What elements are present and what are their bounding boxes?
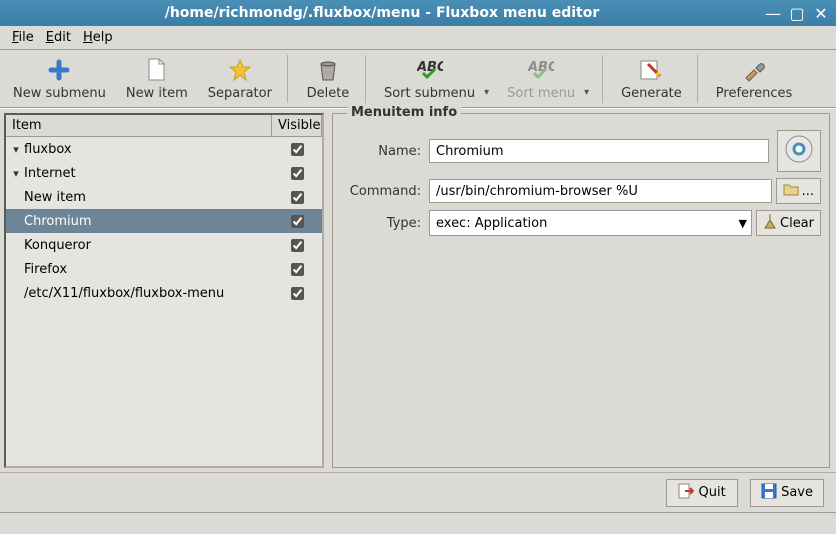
tools-icon (740, 56, 768, 84)
close-button[interactable]: ✕ (810, 3, 832, 23)
save-label: Save (781, 485, 813, 500)
tree-item-label: New item (24, 190, 86, 205)
quit-label: Quit (698, 485, 725, 500)
command-input[interactable] (429, 179, 772, 203)
expander-icon[interactable]: ▾ (10, 167, 22, 180)
separator-label: Separator (208, 86, 272, 101)
visible-checkbox[interactable] (291, 167, 304, 180)
sort-submenu-button[interactable]: ABC Sort submenu (375, 53, 484, 104)
fieldset-legend: Menuitem info (347, 105, 461, 120)
tree-row[interactable]: ▾Internet (6, 161, 322, 185)
tree-item-label: /etc/X11/fluxbox/fluxbox-menu (24, 286, 224, 301)
name-label: Name: (341, 144, 421, 159)
expander-icon[interactable]: ▾ (10, 143, 22, 156)
app-icon-button[interactable] (777, 130, 821, 172)
tree-row[interactable]: ▾fluxbox (6, 137, 322, 161)
tree-item-label: fluxbox (24, 142, 72, 157)
separator-button[interactable]: Separator (199, 53, 281, 104)
type-value: exec: Application (436, 216, 547, 231)
page-icon (143, 56, 171, 84)
tree-item-label: Internet (24, 166, 76, 181)
chromium-icon (784, 134, 814, 168)
spellcheck-icon: ABC (416, 56, 444, 84)
new-submenu-label: New submenu (13, 86, 106, 101)
tree-row[interactable]: Chromium (6, 209, 322, 233)
menu-edit[interactable]: Edit (40, 28, 77, 47)
tree-headers: Item Visible (6, 115, 322, 137)
preferences-label: Preferences (716, 86, 792, 101)
toolbar: New submenu New item Separator Delete AB… (0, 50, 836, 108)
folder-icon (783, 182, 799, 200)
broom-icon (763, 213, 777, 233)
new-item-label: New item (126, 86, 188, 101)
toolbar-separator (602, 55, 606, 103)
visible-checkbox[interactable] (291, 263, 304, 276)
visible-checkbox[interactable] (291, 215, 304, 228)
browse-label: ... (802, 184, 814, 199)
delete-button[interactable]: Delete (297, 53, 359, 104)
browse-button[interactable]: ... (776, 178, 821, 204)
generate-button[interactable]: Generate (612, 53, 691, 104)
visible-checkbox[interactable] (291, 143, 304, 156)
name-input[interactable] (429, 139, 769, 163)
tree-row[interactable]: New item (6, 185, 322, 209)
save-button[interactable]: Save (750, 479, 824, 507)
menubar: File Edit Help (0, 26, 836, 50)
sort-menu-label: Sort menu (507, 86, 575, 101)
new-item-button[interactable]: New item (117, 53, 197, 104)
sort-submenu-dropdown[interactable]: ▾ (484, 87, 496, 104)
save-icon (761, 483, 777, 503)
clear-label: Clear (780, 216, 814, 231)
sort-submenu-label: Sort submenu (384, 86, 475, 101)
window-title: /home/richmondg/.fluxbox/menu - Fluxbox … (4, 5, 760, 21)
titlebar: /home/richmondg/.fluxbox/menu - Fluxbox … (0, 0, 836, 26)
info-panel: Menuitem info Name: Command: ... (332, 113, 830, 468)
wand-icon (637, 56, 665, 84)
tree-item-label: Firefox (24, 262, 67, 277)
column-header-item[interactable]: Item (6, 115, 272, 136)
visible-checkbox[interactable] (291, 191, 304, 204)
sort-menu-dropdown[interactable]: ▾ (584, 87, 596, 104)
generate-label: Generate (621, 86, 682, 101)
quit-icon (678, 483, 694, 503)
clear-button[interactable]: Clear (756, 210, 821, 236)
tree-item-label: Chromium (24, 214, 92, 229)
plus-icon (45, 56, 73, 84)
type-select[interactable]: exec: Application ▼ (429, 210, 752, 236)
tree-body[interactable]: ▾fluxbox▾InternetNew itemChromiumKonquer… (6, 137, 322, 466)
type-label: Type: (341, 216, 421, 231)
toolbar-separator (365, 55, 369, 103)
star-icon (226, 56, 254, 84)
content-area: Item Visible ▾fluxbox▾InternetNew itemCh… (0, 108, 836, 468)
tree-panel: Item Visible ▾fluxbox▾InternetNew itemCh… (4, 113, 324, 468)
minimize-button[interactable]: — (762, 3, 784, 23)
menu-file[interactable]: File (6, 28, 40, 47)
tree-row[interactable]: Firefox (6, 257, 322, 281)
delete-label: Delete (307, 86, 350, 101)
trash-icon (314, 56, 342, 84)
statusbar (0, 512, 836, 534)
visible-checkbox[interactable] (291, 287, 304, 300)
maximize-button[interactable]: ▢ (786, 3, 808, 23)
column-header-visible[interactable]: Visible (272, 115, 322, 136)
quit-button[interactable]: Quit (666, 479, 738, 507)
menu-help[interactable]: Help (77, 28, 119, 47)
chevron-down-icon: ▼ (739, 217, 747, 230)
toolbar-separator (697, 55, 701, 103)
tree-row[interactable]: Konqueror (6, 233, 322, 257)
toolbar-separator (287, 55, 291, 103)
tree-item-label: Konqueror (24, 238, 91, 253)
spellcheck-icon: ABC (527, 56, 555, 84)
command-label: Command: (341, 184, 421, 199)
new-submenu-button[interactable]: New submenu (4, 53, 115, 104)
sort-menu-button: ABC Sort menu (498, 53, 584, 104)
preferences-button[interactable]: Preferences (707, 53, 801, 104)
bottom-bar: Quit Save (0, 472, 836, 512)
tree-row[interactable]: /etc/X11/fluxbox/fluxbox-menu (6, 281, 322, 305)
visible-checkbox[interactable] (291, 239, 304, 252)
